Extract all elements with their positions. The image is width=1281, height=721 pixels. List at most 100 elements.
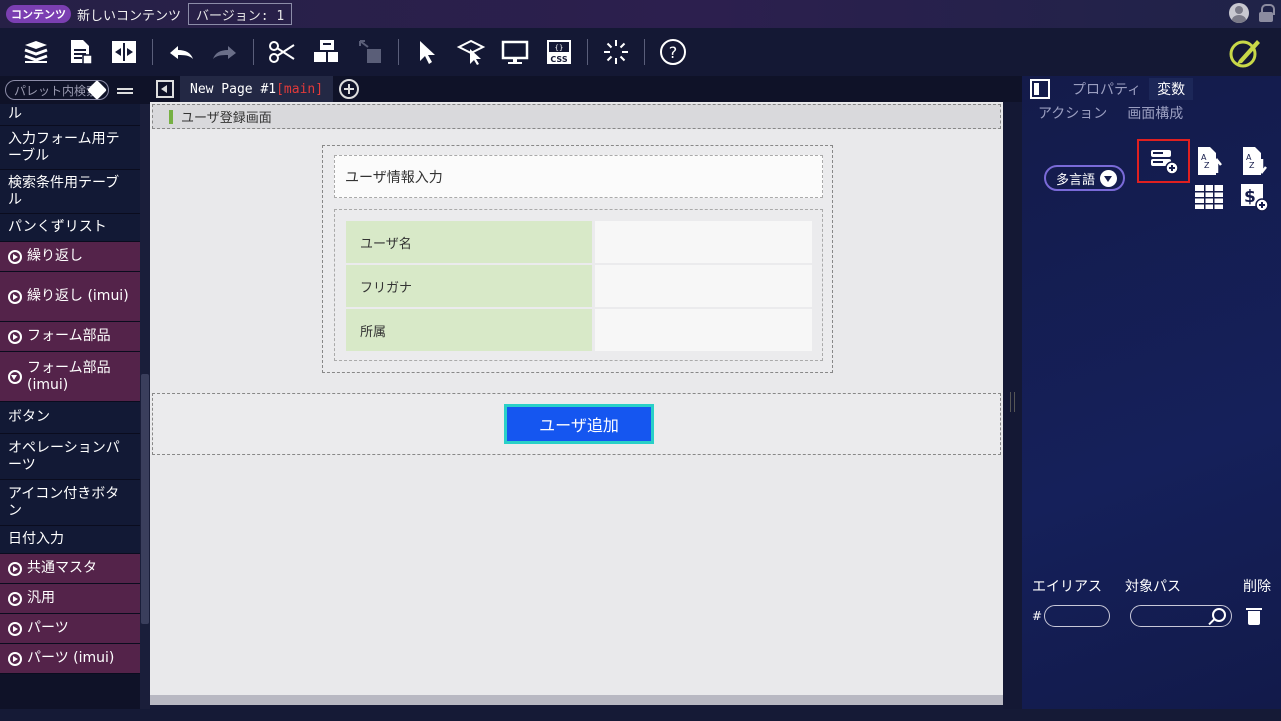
svg-text:Z: Z — [1249, 161, 1255, 170]
svg-text:?: ? — [669, 43, 678, 62]
palette-search-input[interactable]: パレット内検索 — [5, 80, 109, 100]
path-input[interactable] — [1130, 605, 1232, 627]
add-page-icon[interactable] — [339, 79, 360, 99]
add-user-button[interactable]: ユーザ追加 — [504, 404, 654, 444]
undo-icon[interactable] — [159, 30, 203, 74]
chevron-down-icon — [1100, 170, 1117, 187]
palette-item[interactable]: 入力フォーム用テーブル — [0, 126, 140, 170]
palette-scrollbar[interactable] — [140, 104, 150, 709]
palette-item[interactable]: 日付入力 — [0, 526, 140, 554]
select-icon[interactable] — [405, 30, 449, 74]
expand-icon — [8, 651, 22, 666]
expand-icon — [8, 329, 22, 344]
palette-item[interactable]: オペレーションパーツ — [0, 434, 140, 480]
palette-item[interactable]: フォーム部品 (imui) — [0, 352, 140, 402]
css-icon[interactable]: CSS {} — [537, 30, 581, 74]
palette-item-label: パンくずリスト — [8, 219, 107, 235]
palette-item[interactable]: アイコン付きボタン — [0, 480, 140, 526]
alias-input[interactable] — [1044, 605, 1110, 627]
help-icon[interactable]: ? — [651, 30, 695, 74]
palette-item[interactable]: 共通マスタ — [0, 554, 140, 584]
palette-item[interactable]: パンくずリスト — [0, 214, 140, 242]
palette-item-label: 入力フォーム用テーブル — [8, 130, 120, 164]
split-icon[interactable] — [102, 30, 146, 74]
palette-item[interactable]: パーツ (imui) — [0, 644, 140, 674]
palette-item[interactable]: 検索条件用テーブル — [0, 170, 140, 214]
palette-item-label: アイコン付きボタン — [8, 485, 120, 519]
palette-item-label: 繰り返し (imui) — [27, 288, 129, 304]
palette-item-label: 日付入力 — [8, 531, 64, 547]
palette-list: ル入力フォーム用テーブル検索条件用テーブルパンくずリスト繰り返し繰り返し (im… — [0, 104, 140, 674]
form-title[interactable]: ユーザ情報入力 — [334, 155, 823, 198]
status-strip — [0, 709, 1281, 721]
sort-az-up-icon[interactable]: AZ — [1193, 145, 1225, 177]
palette-item[interactable]: 繰り返し (imui) — [0, 272, 140, 322]
sort-az-down-icon[interactable]: AZ — [1238, 145, 1270, 177]
palette-item-label: フォーム部品 — [27, 328, 111, 344]
table-row[interactable]: ユーザ名 — [346, 221, 812, 263]
button-area[interactable]: ユーザ追加 — [152, 393, 1001, 455]
canvas-horizontal-scrollbar[interactable] — [150, 695, 1003, 705]
search-icon[interactable] — [1212, 608, 1226, 622]
add-currency-icon[interactable]: $ — [1238, 181, 1270, 213]
table-icon[interactable] — [1193, 181, 1225, 213]
tab-variable[interactable]: 変数 — [1149, 78, 1194, 100]
tab-action[interactable]: アクション — [1028, 102, 1117, 124]
col-delete: 削除 — [1243, 579, 1271, 595]
tab-property[interactable]: プロパティ — [1064, 78, 1149, 100]
content-badge: コンテンツ — [6, 5, 71, 23]
loading-icon[interactable] — [594, 30, 638, 74]
palette-item-label: 汎用 — [27, 590, 55, 606]
table-row[interactable]: フリガナ — [346, 265, 812, 307]
form-table[interactable]: ユーザ名 フリガナ 所属 — [334, 209, 823, 361]
component-disabled-icon[interactable] — [348, 30, 392, 74]
field-value-username[interactable] — [595, 221, 812, 263]
tab-new-page[interactable]: New Page #1 [main] — [180, 76, 334, 102]
trash-icon[interactable] — [1246, 606, 1262, 626]
collapse-all-icon[interactable] — [117, 82, 133, 98]
field-value-affiliation[interactable] — [595, 309, 812, 351]
screen-header[interactable]: ユーザ登録画面 — [152, 104, 1001, 129]
form-container[interactable]: ユーザ情報入力 ユーザ名 フリガナ 所属 — [322, 145, 833, 373]
redo-icon[interactable] — [203, 30, 247, 74]
multilang-label: 多言語 — [1056, 172, 1096, 188]
field-label-username: ユーザ名 — [346, 221, 592, 263]
monitor-icon[interactable] — [493, 30, 537, 74]
right-panel: プロパティ 変数 アクション 画面構成 多言語 AZ AZ $ エイリアス 対象… — [1022, 76, 1281, 709]
toggle-right-panel-icon[interactable] — [1030, 79, 1050, 99]
svg-text:Z: Z — [1204, 161, 1210, 170]
panel-splitter[interactable] — [1003, 102, 1022, 709]
cursor-box-icon[interactable] — [449, 30, 493, 74]
toolbar: CSS {} ? — [0, 28, 1281, 76]
content-title: 新しいコンテンツ — [77, 8, 182, 24]
palette-item[interactable]: 繰り返し — [0, 242, 140, 272]
palette-item[interactable]: パーツ — [0, 614, 140, 644]
expand-icon — [8, 289, 22, 304]
multilang-button[interactable]: 多言語 — [1044, 165, 1125, 191]
db-icon[interactable] — [14, 30, 58, 74]
component-icon[interactable] — [304, 30, 348, 74]
version-indicator: バージョン: 1 — [188, 3, 293, 25]
palette-item-label: ル — [8, 106, 22, 122]
form-file-icon[interactable] — [58, 30, 102, 74]
tab-layout[interactable]: 画面構成 — [1117, 102, 1193, 124]
palette-item[interactable]: ル — [0, 104, 140, 126]
cut-icon[interactable] — [260, 30, 304, 74]
palette-search-placeholder: パレット内検索 — [14, 83, 94, 98]
variable-table-header: エイリアス 対象パス 削除 — [1032, 576, 1277, 596]
field-value-furigana[interactable] — [595, 265, 812, 307]
table-row[interactable]: 所属 — [346, 309, 812, 351]
title-bar: コンテンツ 新しいコンテンツ バージョン: 1 — [0, 0, 1281, 28]
lock-icon[interactable] — [1259, 4, 1275, 22]
palette-item[interactable]: フォーム部品 — [0, 322, 140, 352]
expanded-icon — [8, 369, 22, 384]
screen-title: ユーザ登録画面 — [181, 111, 272, 126]
palette-item[interactable]: ボタン — [0, 402, 140, 434]
pen-icon[interactable] — [1227, 34, 1263, 70]
page-tab-name: New Page #1 — [190, 81, 277, 97]
add-variable-icon[interactable] — [1148, 146, 1180, 178]
toggle-palette-icon[interactable] — [156, 80, 174, 98]
avatar[interactable] — [1229, 3, 1249, 23]
palette-item-label: 共通マスタ — [27, 560, 97, 576]
palette-item[interactable]: 汎用 — [0, 584, 140, 614]
